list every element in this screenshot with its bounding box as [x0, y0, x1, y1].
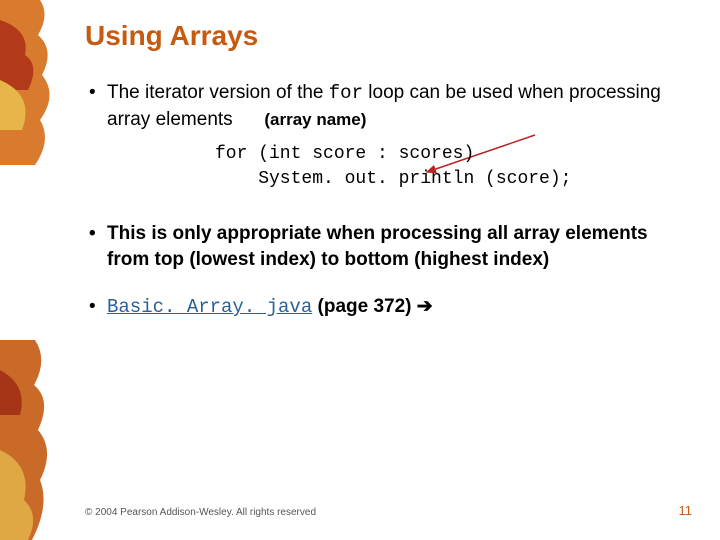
- footer: © 2004 Pearson Addison-Wesley. All right…: [85, 503, 692, 518]
- right-arrow-icon: ➔: [417, 296, 433, 317]
- copyright-text: © 2004 Pearson Addison-Wesley. All right…: [85, 507, 316, 518]
- array-name-annotation: (array name): [264, 110, 366, 129]
- code-line-1: for (int score : scores): [215, 144, 474, 164]
- slide-title: Using Arrays: [85, 20, 690, 52]
- page-ref: (page 372): [312, 296, 417, 317]
- basic-array-link[interactable]: Basic. Array. java: [107, 296, 312, 318]
- bullet-1: The iterator version of the for loop can…: [85, 80, 690, 132]
- leaf-decoration: [0, 0, 60, 540]
- bullet1-prefix: The iterator version of the: [107, 82, 329, 103]
- slide-content: Using Arrays The iterator version of the…: [85, 20, 690, 510]
- bullet-3: Basic. Array. java (page 372) ➔: [85, 294, 690, 321]
- bullet-2: This is only appropriate when processing…: [85, 221, 690, 272]
- page-number: 11: [679, 503, 693, 518]
- code-line-2: System. out. println (score);: [215, 169, 571, 189]
- code-block: for (int score : scores) System. out. pr…: [215, 142, 690, 191]
- for-keyword: for: [329, 82, 363, 104]
